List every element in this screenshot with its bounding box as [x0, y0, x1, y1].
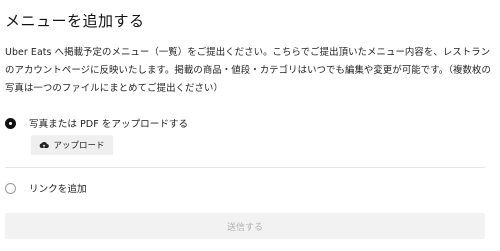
option-upload-photo-pdf[interactable]: 写真または PDF をアップロードする [5, 116, 188, 130]
add-menu-form: メニューを追加する Uber Eats へ掲載予定のメニュー（一覧）をご提出くだ… [0, 0, 500, 251]
option-upload-label: 写真または PDF をアップロードする [29, 119, 189, 130]
option-add-link-label: リンクを追加 [29, 184, 87, 195]
radio-add-link[interactable] [5, 182, 16, 194]
option-add-link[interactable]: リンクを追加 [5, 181, 87, 195]
radio-upload-photo-pdf[interactable] [5, 117, 16, 129]
upload-button[interactable]: アップロード [31, 135, 113, 155]
submit-button[interactable]: 送信する [5, 213, 485, 239]
page-description: Uber Eats へ掲載予定のメニュー（一覧）をご提出ください。こちらでご提出… [5, 47, 491, 94]
page-title: メニューを追加する [5, 12, 145, 30]
divider [5, 167, 485, 168]
cloud-upload-icon [39, 140, 50, 150]
upload-button-label: アップロード [53, 141, 105, 151]
